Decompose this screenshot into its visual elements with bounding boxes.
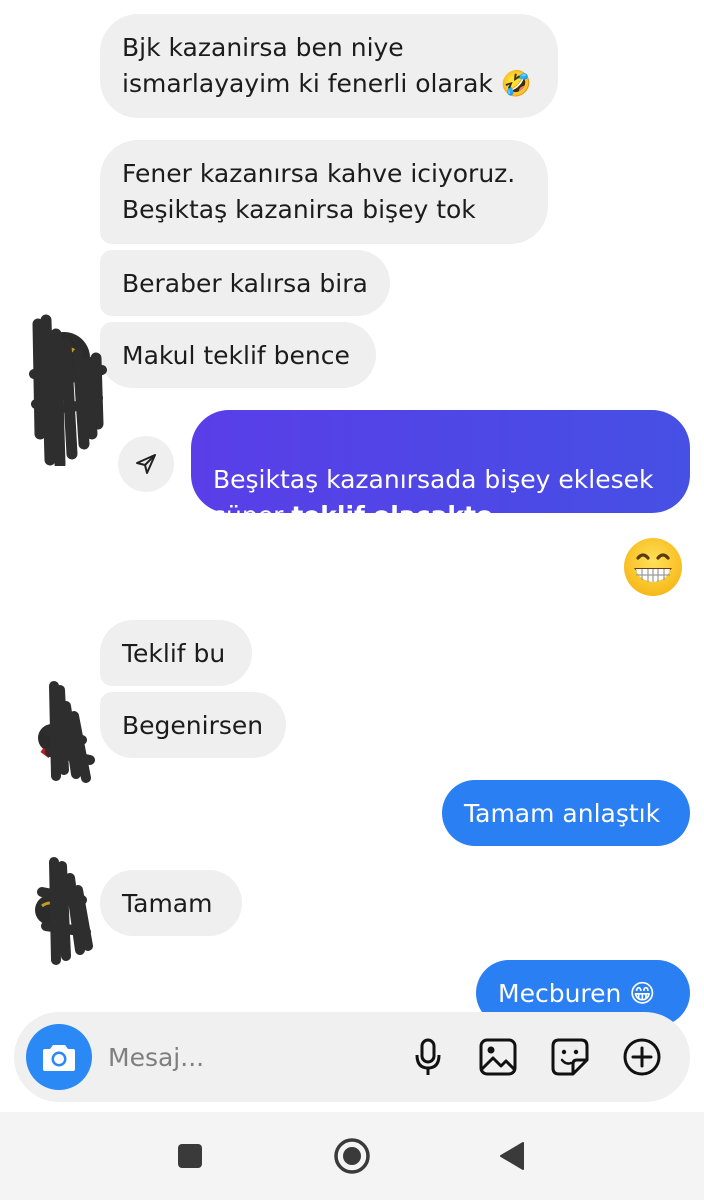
sticker-button[interactable] <box>548 1035 592 1079</box>
microphone-icon <box>415 1038 441 1075</box>
square-icon <box>178 1144 202 1168</box>
grinning-emoji-icon[interactable] <box>622 536 684 598</box>
sticker-icon <box>551 1038 589 1076</box>
message-bubble-incoming[interactable]: Tamam <box>100 870 242 936</box>
message-bubble-incoming[interactable]: Teklif bu <box>100 620 252 686</box>
image-icon <box>479 1038 517 1076</box>
message-bubble-incoming[interactable]: Begenirsen <box>100 692 286 758</box>
message-bubble-incoming[interactable]: Makul teklif bence <box>100 322 376 388</box>
message-bubble-outgoing[interactable]: Beşiktaş kazanırsada bişey eklesek süper… <box>191 410 690 530</box>
message-bubble-outgoing[interactable]: Tamam anlaştık <box>442 780 690 846</box>
back-button[interactable] <box>490 1134 534 1178</box>
message-bubble-incoming[interactable]: Fener kazanırsa kahve iciyoruz. Beşiktaş… <box>100 140 548 244</box>
camera-button[interactable] <box>26 1024 92 1090</box>
share-button[interactable] <box>118 436 174 492</box>
system-navigation-bar <box>0 1112 704 1200</box>
triangle-back-icon <box>500 1142 524 1170</box>
avatar <box>35 857 93 965</box>
more-button[interactable] <box>620 1035 664 1079</box>
gallery-button[interactable] <box>476 1035 520 1079</box>
voice-message-button[interactable] <box>406 1035 450 1079</box>
message-composer <box>14 1012 690 1102</box>
message-bubble-incoming[interactable]: Bjk kazanirsa ben niye ismarlayayim ki f… <box>100 14 558 118</box>
recent-apps-button[interactable] <box>168 1134 212 1178</box>
message-bubble-incoming[interactable]: Beraber kalırsa bira <box>100 250 390 316</box>
plus-circle-icon <box>623 1038 661 1076</box>
message-input[interactable] <box>108 1036 398 1078</box>
message-text-bold: teklif.olacakto <box>291 501 494 530</box>
avatar <box>38 681 95 783</box>
home-button[interactable] <box>330 1134 374 1178</box>
circle-icon <box>334 1138 370 1174</box>
camera-icon <box>43 1045 75 1071</box>
avatar <box>29 314 107 466</box>
paper-plane-icon <box>136 454 156 474</box>
